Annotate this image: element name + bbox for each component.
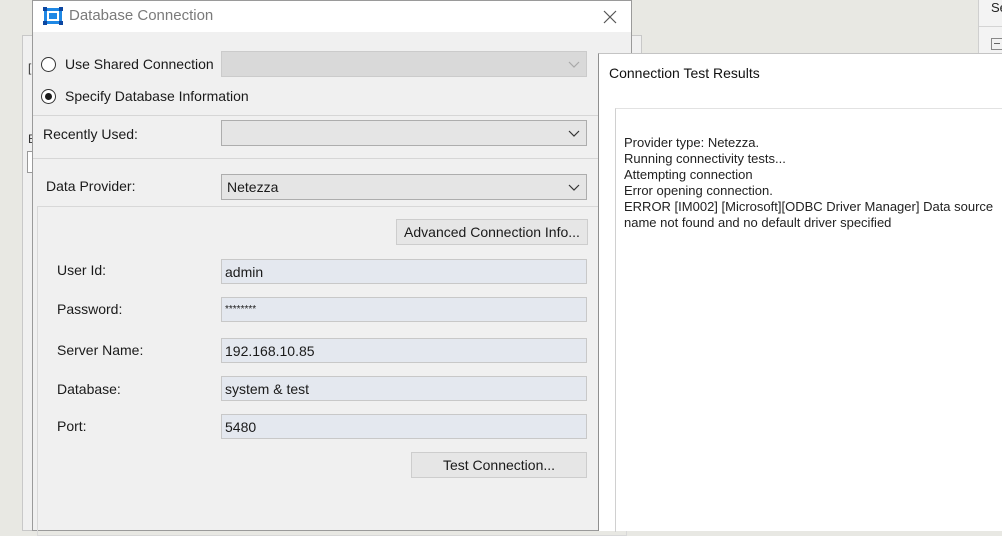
background-right-text: Se bbox=[991, 0, 1002, 15]
user-id-field[interactable]: admin bbox=[221, 259, 587, 284]
results-title: Connection Test Results bbox=[609, 65, 760, 81]
radio-button-checked[interactable] bbox=[41, 88, 56, 104]
advanced-connection-info-button[interactable]: Advanced Connection Info... bbox=[396, 219, 588, 245]
user-id-label: User Id: bbox=[57, 262, 107, 278]
chevron-down-icon bbox=[568, 130, 580, 137]
database-connection-dialog: Database Connection Use Shared Connectio… bbox=[32, 0, 632, 536]
recently-used-label: Recently Used: bbox=[43, 126, 138, 142]
use-shared-connection-radio[interactable]: Use Shared Connection bbox=[41, 56, 214, 72]
server-name-field[interactable]: 192.168.10.85 bbox=[221, 338, 587, 363]
close-icon bbox=[603, 10, 617, 23]
divider bbox=[33, 158, 631, 159]
chevron-down-icon bbox=[568, 61, 580, 68]
connection-details-group bbox=[37, 206, 627, 536]
server-name-label: Server Name: bbox=[57, 342, 144, 358]
database-label: Database: bbox=[57, 381, 121, 397]
port-field[interactable]: 5480 bbox=[221, 414, 587, 439]
title-bar[interactable]: Database Connection bbox=[33, 1, 631, 32]
shared-connection-dropdown[interactable] bbox=[221, 51, 587, 77]
results-text[interactable]: Provider type: Netezza. Running connecti… bbox=[624, 135, 994, 231]
password-field[interactable]: ******** bbox=[221, 297, 587, 322]
specify-database-info-label: Specify Database Information bbox=[65, 88, 249, 104]
specify-database-info-radio[interactable]: Specify Database Information bbox=[41, 88, 249, 104]
port-label: Port: bbox=[57, 418, 87, 434]
database-connection-icon bbox=[43, 7, 63, 25]
recently-used-dropdown[interactable] bbox=[221, 120, 587, 146]
connection-test-results-dialog: Connection Test Results Provider type: N… bbox=[598, 53, 1002, 532]
collapse-icon[interactable] bbox=[991, 38, 1002, 50]
use-shared-connection-label: Use Shared Connection bbox=[65, 56, 214, 72]
data-provider-label: Data Provider: bbox=[46, 178, 136, 194]
divider bbox=[33, 115, 631, 116]
radio-button-unchecked[interactable] bbox=[41, 56, 56, 72]
chevron-down-icon bbox=[568, 184, 580, 191]
data-provider-dropdown[interactable]: Netezza bbox=[221, 174, 587, 200]
dialog-title: Database Connection bbox=[69, 7, 214, 24]
test-connection-button[interactable]: Test Connection... bbox=[411, 452, 587, 478]
results-body: Provider type: Netezza. Running connecti… bbox=[615, 108, 1002, 532]
close-button[interactable] bbox=[593, 1, 627, 32]
background-right-divider bbox=[979, 26, 1002, 27]
background-label-1: [ bbox=[28, 61, 32, 75]
password-label: Password: bbox=[57, 301, 123, 317]
data-provider-value: Netezza bbox=[227, 179, 279, 195]
database-field[interactable]: system & test bbox=[221, 376, 587, 401]
